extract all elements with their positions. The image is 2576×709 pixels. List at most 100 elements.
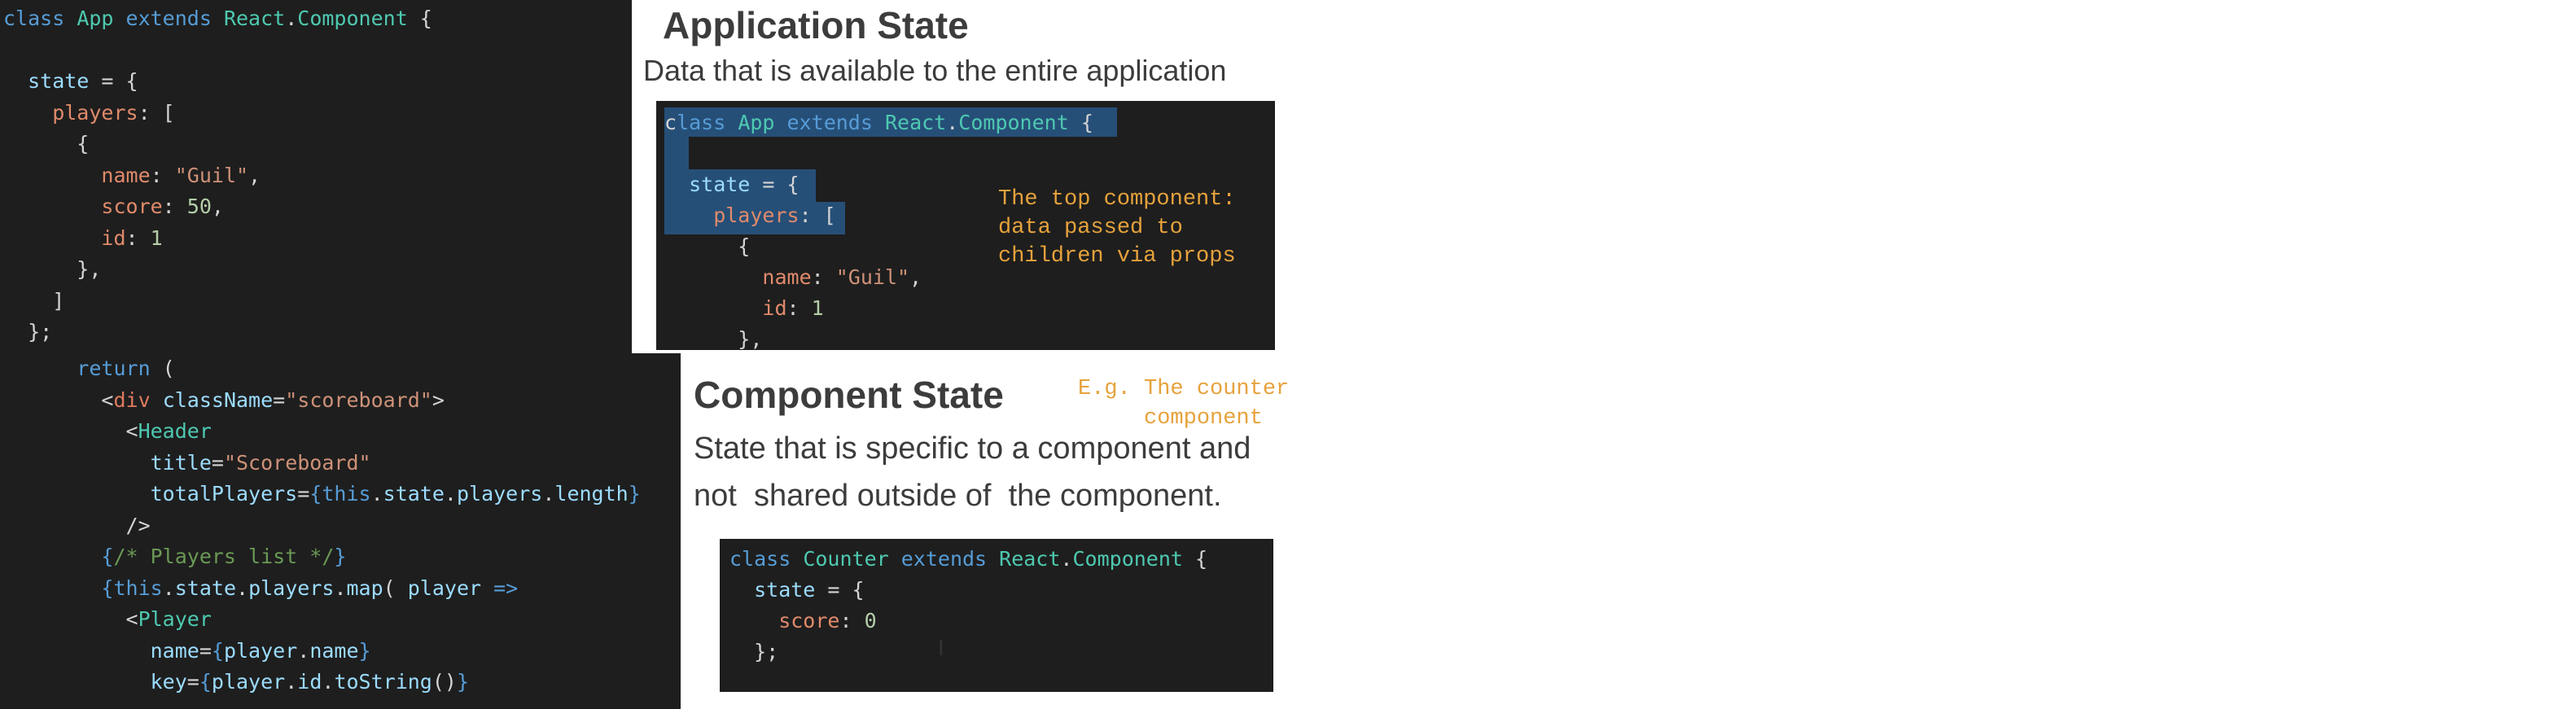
code-token: }; xyxy=(729,640,779,663)
code-token: length xyxy=(554,482,629,505)
code-token: { xyxy=(1080,111,1093,134)
code-token: name xyxy=(664,265,812,289)
code-token: , xyxy=(909,265,922,289)
code-token: "Guil" xyxy=(835,265,910,289)
code-token: , xyxy=(211,195,224,218)
code-line: state = { xyxy=(3,66,138,98)
code-token: name xyxy=(309,638,359,663)
code-token: "Scoreboard" xyxy=(223,450,371,475)
code-line: key={player.id.toString()} xyxy=(3,667,469,698)
component-state-title: Component State xyxy=(694,374,1004,416)
code-token: toString xyxy=(334,670,432,694)
code-token: { xyxy=(664,234,751,258)
selection-highlight xyxy=(664,137,689,169)
code-token: { xyxy=(419,7,432,30)
code-token: this xyxy=(113,576,163,600)
code-token: ( xyxy=(162,357,175,380)
code-token: : [ xyxy=(799,204,836,227)
code-token: player xyxy=(407,576,494,600)
code-token: state xyxy=(664,173,763,196)
code-token: div xyxy=(113,387,163,412)
code-line: id: 1 xyxy=(3,223,162,255)
code-token: . xyxy=(236,576,249,600)
code-token: : xyxy=(786,296,812,320)
code-token: . xyxy=(162,576,175,600)
code-token: players xyxy=(664,204,800,227)
code-token: 50 xyxy=(186,195,212,218)
code-token: React xyxy=(223,7,286,30)
code-token: Component xyxy=(297,7,420,30)
code-token: lass xyxy=(677,111,738,134)
code-line: title="Scoreboard" xyxy=(3,448,371,479)
code-token: className xyxy=(162,387,274,412)
code-token: class xyxy=(729,547,804,571)
code-token: . xyxy=(297,638,310,663)
code-line: name: "Guil", xyxy=(3,160,261,192)
code-token: App xyxy=(738,111,787,134)
code-token: = xyxy=(186,670,199,694)
code-token: key xyxy=(3,670,187,694)
code-line: id: 1 xyxy=(664,293,824,324)
text-cursor-icon: I xyxy=(938,637,944,661)
code-token: () xyxy=(432,670,457,694)
code-token: . xyxy=(542,482,555,505)
code-line: state = { xyxy=(664,169,800,200)
code-token: }, xyxy=(3,257,102,281)
code-token: "scoreboard" xyxy=(285,387,432,412)
code-token: { xyxy=(211,638,224,663)
code-line: return ( xyxy=(3,353,175,385)
code-token: extends xyxy=(786,111,885,134)
code-token: state xyxy=(3,69,102,93)
code-line: <Header xyxy=(3,416,212,448)
code-token: return xyxy=(3,357,163,380)
code-token: name xyxy=(3,163,151,187)
code-token: player xyxy=(211,670,286,694)
code-token: id xyxy=(664,296,787,320)
code-token: = { xyxy=(827,578,865,602)
code-token: Component xyxy=(1072,547,1195,571)
code-line: players: [ xyxy=(664,200,836,231)
code-token: class xyxy=(3,7,77,30)
code-token: id xyxy=(3,225,126,250)
code-token: : xyxy=(150,163,175,187)
code-token: . xyxy=(334,576,347,600)
code-token: ] xyxy=(3,288,65,313)
code-token: player xyxy=(223,638,298,663)
code-token: totalPlayers xyxy=(3,482,298,505)
code-token: { xyxy=(3,545,114,568)
code-token: extends xyxy=(900,547,1000,571)
code-token: App xyxy=(77,7,126,30)
code-token: < xyxy=(3,419,138,443)
code-line: }; xyxy=(729,637,778,667)
code-token: } xyxy=(334,545,347,568)
code-token: : [ xyxy=(138,100,175,125)
code-token: React xyxy=(999,547,1061,571)
code-line: { xyxy=(3,129,89,160)
code-token: , xyxy=(248,163,261,187)
code-line: state = { xyxy=(729,575,865,606)
code-token: ( xyxy=(383,576,408,600)
code-token: id xyxy=(297,670,322,694)
code-token: { xyxy=(309,482,322,505)
code-token: { xyxy=(199,670,212,694)
code-token: } xyxy=(628,482,641,505)
code-token: 0 xyxy=(864,609,877,632)
code-token: 1 xyxy=(811,296,824,320)
code-token: : xyxy=(811,265,836,289)
code-token: = { xyxy=(762,173,800,196)
code-token: < xyxy=(3,607,138,631)
code-token: state xyxy=(729,578,828,602)
code-token: { xyxy=(3,576,114,600)
code-line: /> xyxy=(3,510,151,542)
code-token: state xyxy=(174,576,237,600)
application-state-description: Data that is available to the entire app… xyxy=(643,54,1227,87)
code-token: . xyxy=(370,482,383,505)
code-token: = xyxy=(273,387,286,412)
code-line: }, xyxy=(3,254,101,286)
code-line: }; xyxy=(3,317,52,348)
application-state-note: The top component: data passed to childr… xyxy=(998,187,1236,269)
component-state-code-snippet: I class Counter extends React.Component … xyxy=(720,539,1273,692)
code-line: { xyxy=(664,231,750,262)
code-token: } xyxy=(358,638,371,663)
code-token: Component xyxy=(958,111,1081,134)
